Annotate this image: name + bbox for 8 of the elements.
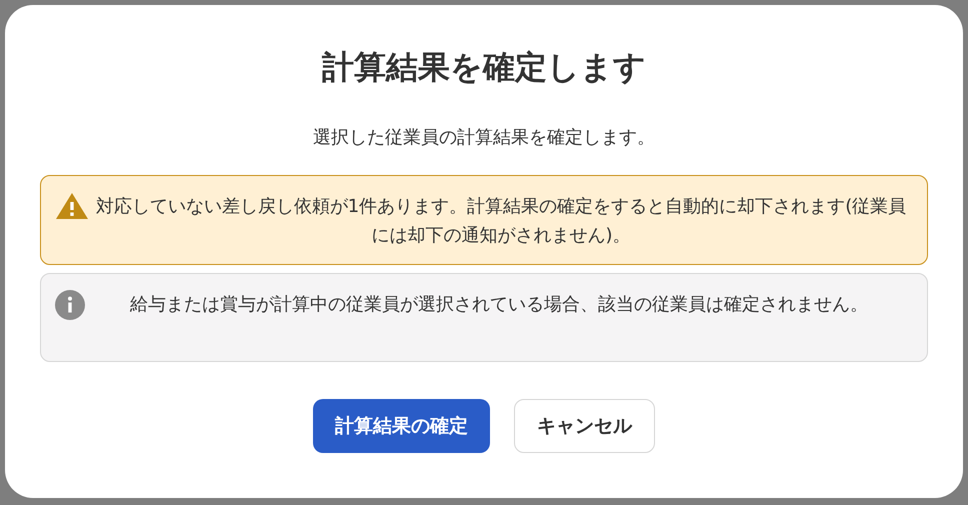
dialog-title: 計算結果を確定します: [320, 47, 647, 88]
alert-text: 給与または賞与が計算中の従業員が選択されている場合、該当の従業員は確定されません。: [129, 293, 869, 317]
dialog-message: 選択した従業員の計算結果を確定します。: [312, 126, 656, 150]
alert-text: 対応していない差し戻し依頼が1件あります。計算結果の確定をすると自動的に却下されます(従業員には却下の通知がされません)。: [94, 195, 908, 248]
warning-icon: [55, 192, 89, 220]
confirm-button[interactable]: 計算結果の確定: [313, 399, 490, 453]
cancel-button[interactable]: キャンセル: [514, 399, 655, 453]
info-icon: [55, 290, 85, 320]
